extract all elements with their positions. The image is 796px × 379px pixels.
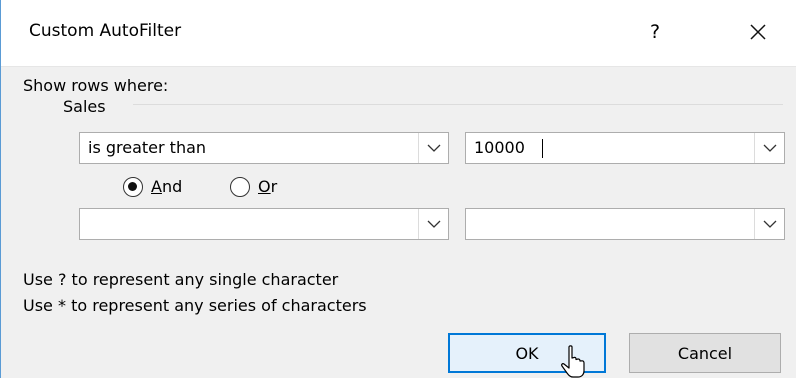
- column-name-label: Sales: [63, 97, 106, 116]
- chevron-down-icon[interactable]: [418, 209, 448, 239]
- and-radio[interactable]: [123, 177, 143, 197]
- or-radio[interactable]: [230, 177, 250, 197]
- text-cursor: [542, 139, 543, 158]
- chevron-down-icon[interactable]: [418, 133, 448, 163]
- and-radio-selected-dot: [128, 182, 137, 191]
- chevron-down-icon[interactable]: [754, 133, 784, 163]
- chevron-down-icon[interactable]: [754, 209, 784, 239]
- operator-dropdown-1-value: is greater than: [88, 138, 207, 157]
- help-button[interactable]: ?: [635, 14, 675, 50]
- custom-autofilter-dialog: Custom AutoFilter ? Show rows where: Sal…: [0, 0, 796, 378]
- or-radio-label[interactable]: Or: [258, 177, 277, 196]
- cancel-button[interactable]: Cancel: [629, 333, 781, 373]
- show-rows-heading: Show rows where:: [23, 76, 169, 95]
- operator-dropdown-1[interactable]: is greater than: [79, 132, 449, 164]
- operator-dropdown-2[interactable]: [79, 208, 449, 240]
- dialog-title: Custom AutoFilter: [29, 21, 182, 41]
- hint-single-character: Use ? to represent any single character: [23, 270, 339, 289]
- hint-series-characters: Use * to represent any series of charact…: [23, 296, 367, 315]
- and-radio-label[interactable]: And: [151, 177, 182, 196]
- value-combo-1[interactable]: 10000: [465, 132, 785, 164]
- mouse-pointer-icon: [561, 345, 585, 378]
- title-bar: Custom AutoFilter ?: [1, 0, 796, 66]
- value-combo-2[interactable]: [465, 208, 785, 240]
- close-icon: [750, 24, 766, 40]
- value-combo-1-value: 10000: [474, 138, 525, 157]
- group-divider: [133, 104, 783, 105]
- close-button[interactable]: [736, 14, 780, 50]
